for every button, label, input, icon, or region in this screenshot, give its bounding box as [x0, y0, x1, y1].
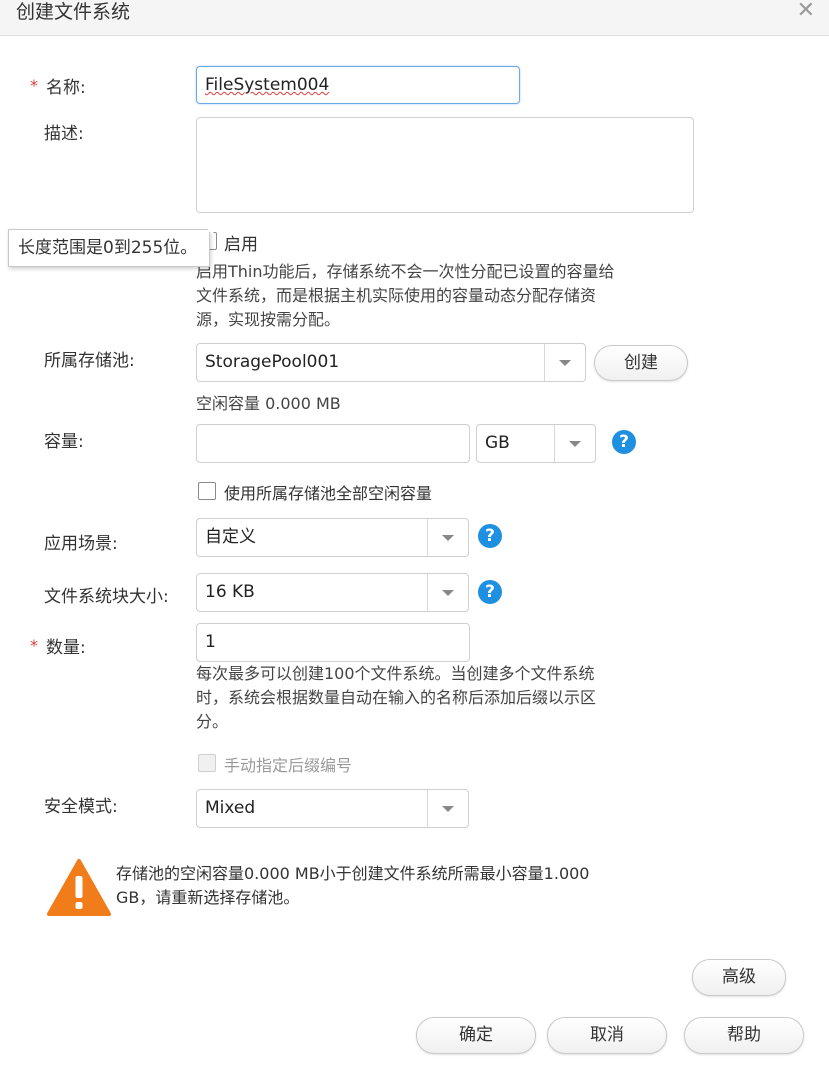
thin-hint: 启用Thin功能后，存储系统不会一次性分配已设置的容量给 文件系统，而是根据主机…	[196, 260, 666, 332]
help-icon[interactable]: ?	[478, 580, 502, 604]
warning-line: 存储池的空闲容量0.000 MB小于创建文件系统所需最小容量1.000	[116, 864, 590, 883]
security-mode-select[interactable]: Mixed	[196, 789, 469, 828]
security-mode-value: Mixed	[205, 798, 256, 818]
pool-label: 所属存储池:	[44, 351, 135, 371]
help-button[interactable]: 帮助	[684, 1017, 804, 1054]
chevron-down-icon[interactable]	[554, 425, 595, 462]
capacity-unit-value: GB	[485, 433, 510, 453]
create-pool-button[interactable]: 创建	[594, 345, 688, 381]
quantity-hint: 每次最多可以创建100个文件系统。当创建多个文件系统 时，系统会根据数量自动在输…	[196, 662, 666, 734]
required-marker: *	[30, 76, 38, 95]
help-icon[interactable]: ?	[478, 524, 502, 548]
scenario-label: 应用场景:	[44, 534, 118, 554]
use-all-capacity-checkbox[interactable]	[198, 482, 216, 500]
scenario-select-value: 自定义	[205, 527, 256, 547]
block-size-select-value: 16 KB	[205, 582, 255, 602]
name-label: 名称:	[46, 78, 86, 98]
capacity-input[interactable]	[196, 424, 470, 463]
advanced-button[interactable]: 高级	[692, 959, 786, 996]
pool-free-capacity: 空闲容量 0.000 MB	[196, 394, 341, 413]
quantity-input[interactable]: 1	[196, 623, 470, 662]
description-textarea[interactable]	[196, 117, 694, 213]
manual-suffix-label: 手动指定后缀编号	[224, 756, 353, 775]
chevron-down-icon[interactable]	[427, 790, 468, 827]
use-all-capacity-label: 使用所属存储池全部空闲容量	[224, 484, 433, 503]
help-icon[interactable]: ?	[612, 430, 636, 454]
quantity-label: 数量:	[46, 638, 86, 658]
warning-line: GB，请重新选择存储池。	[116, 888, 300, 907]
chevron-down-icon[interactable]	[544, 344, 585, 381]
chevron-down-icon[interactable]	[427, 574, 468, 611]
ok-button[interactable]: 确定	[416, 1017, 536, 1054]
capacity-unit-select[interactable]: GB	[476, 424, 596, 463]
security-mode-label: 安全模式:	[44, 797, 118, 817]
block-size-select[interactable]: 16 KB	[196, 573, 469, 612]
quantity-value: 1	[205, 632, 216, 652]
name-input[interactable]: FileSystem004	[196, 66, 520, 104]
capacity-label: 容量:	[44, 432, 84, 452]
warning-message: 存储池的空闲容量0.000 MB小于创建文件系统所需最小容量1.000 GB，请…	[116, 862, 676, 910]
thin-hint-line: 启用Thin功能后，存储系统不会一次性分配已设置的容量给	[196, 262, 615, 281]
manual-suffix-checkbox	[198, 754, 216, 772]
dialog-title: 创建文件系统	[16, 1, 131, 23]
close-icon[interactable]: ✕	[797, 0, 815, 23]
pool-select[interactable]: StoragePool001	[196, 343, 586, 382]
name-input-value: FileSystem004	[205, 75, 330, 95]
quantity-hint-line: 每次最多可以创建100个文件系统。当创建多个文件系统	[196, 664, 595, 683]
thin-label: 启用	[224, 235, 258, 255]
cancel-button[interactable]: 取消	[547, 1017, 667, 1054]
length-tooltip: 长度范围是0到255位。	[8, 229, 210, 267]
scenario-select[interactable]: 自定义	[196, 518, 469, 557]
required-marker: *	[30, 636, 38, 655]
chevron-down-icon[interactable]	[427, 519, 468, 556]
dialog-titlebar: 创建文件系统 ✕	[0, 0, 829, 36]
thin-hint-line: 文件系统，而是根据主机实际使用的容量动态分配存储资	[196, 286, 597, 305]
quantity-hint-line: 时，系统会根据数量自动在输入的名称后添加后缀以示区	[196, 688, 597, 707]
warning-icon	[46, 858, 112, 922]
pool-select-value: StoragePool001	[205, 352, 340, 372]
description-label: 描述:	[44, 124, 84, 144]
thin-hint-line: 源，实现按需分配。	[196, 310, 341, 329]
block-size-label: 文件系统块大小:	[44, 587, 169, 607]
quantity-hint-line: 分。	[196, 712, 229, 731]
